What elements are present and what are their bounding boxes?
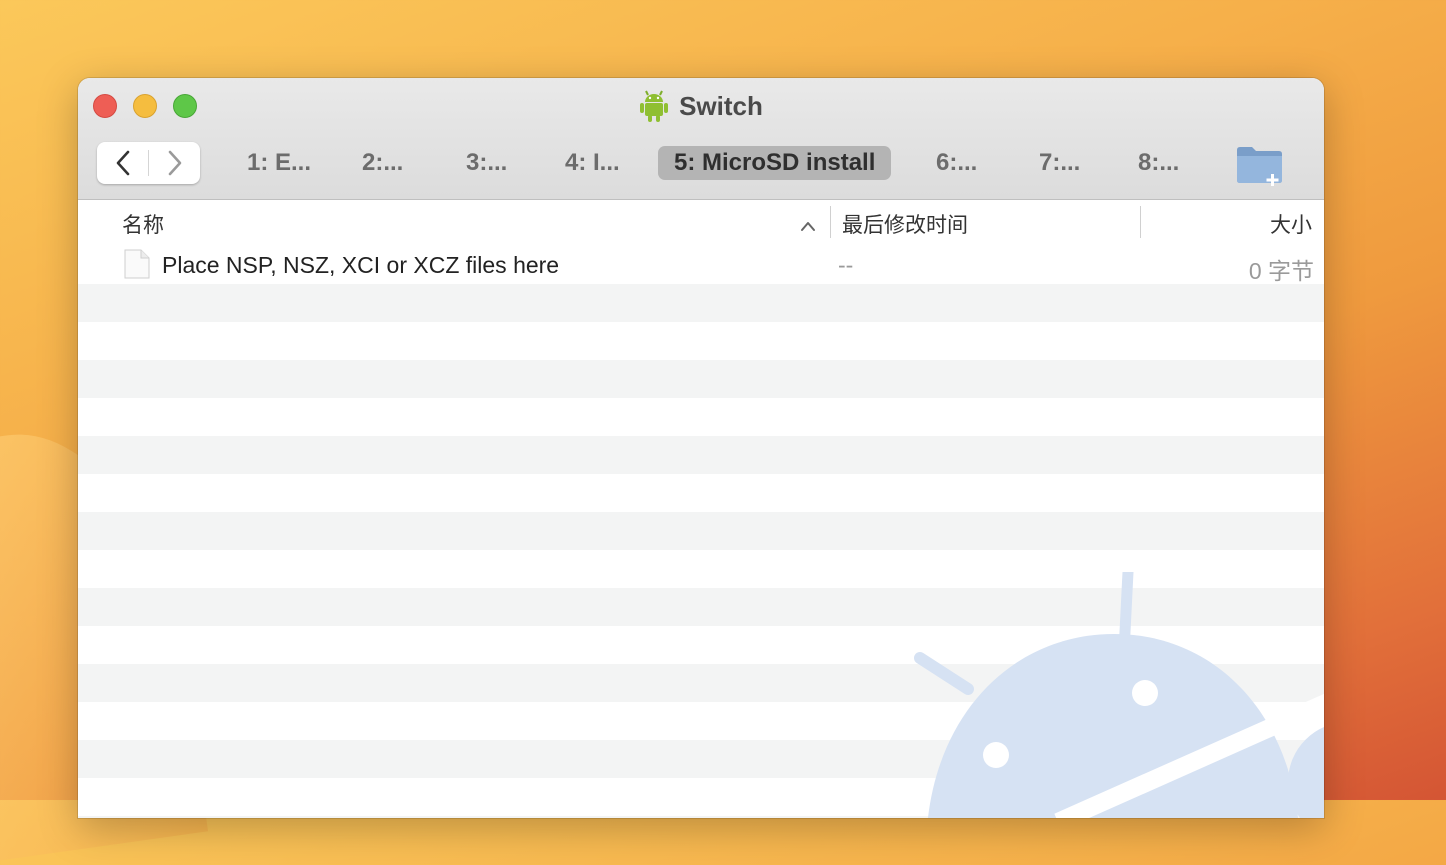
list-stripe	[78, 360, 1324, 398]
column-divider[interactable]	[1140, 206, 1141, 238]
list-stripe	[78, 512, 1324, 550]
column-size-header[interactable]: 大小	[1270, 209, 1312, 239]
back-button[interactable]	[97, 142, 148, 184]
navigation-buttons	[97, 142, 200, 184]
title-bar: Switch 1: E... 2:... 3:... 4: I... 5: Mi…	[78, 78, 1324, 200]
android-icon	[640, 90, 669, 122]
tab-4[interactable]: 4: I...	[565, 146, 620, 180]
new-folder-button[interactable]	[1235, 142, 1285, 186]
tab-2[interactable]: 2:...	[362, 146, 403, 180]
android-watermark-icon	[914, 572, 1324, 818]
tab-7[interactable]: 7:...	[1039, 146, 1080, 180]
new-folder-icon	[1237, 147, 1282, 186]
tab-5-active[interactable]: 5: MicroSD install	[658, 146, 892, 180]
column-modified-header[interactable]: 最后修改时间	[842, 209, 968, 239]
chevron-left-icon	[116, 150, 129, 176]
list-stripe	[78, 284, 1324, 322]
file-list: 名称 最后修改时间 大小 Place NSP, NSZ, XCI or XCZ …	[78, 200, 1324, 818]
tab-3[interactable]: 3:...	[466, 146, 507, 180]
tab-6[interactable]: 6:...	[936, 146, 977, 180]
file-modified: --	[838, 252, 854, 278]
document-icon	[124, 249, 150, 285]
chevron-right-icon	[168, 150, 181, 176]
file-row[interactable]: Place NSP, NSZ, XCI or XCZ files here --…	[78, 246, 1324, 284]
tab-1[interactable]: 1: E...	[247, 146, 311, 180]
window-title-text: Switch	[679, 90, 763, 121]
list-stripe	[78, 322, 1324, 360]
column-header: 名称 最后修改时间 大小	[78, 200, 1324, 244]
column-divider[interactable]	[830, 206, 831, 238]
file-name: Place NSP, NSZ, XCI or XCZ files here	[162, 252, 560, 278]
list-stripe	[78, 436, 1324, 474]
window-title: Switch	[78, 89, 1324, 123]
list-stripe	[78, 398, 1324, 436]
tab-8[interactable]: 8:...	[1138, 146, 1179, 180]
chevron-up-icon[interactable]	[800, 214, 816, 238]
file-size: 0 字节	[1248, 258, 1314, 284]
finder-window: Switch 1: E... 2:... 3:... 4: I... 5: Mi…	[78, 78, 1324, 818]
column-name-header[interactable]: 名称	[122, 209, 164, 239]
list-stripe	[78, 474, 1324, 512]
forward-button[interactable]	[149, 142, 200, 184]
